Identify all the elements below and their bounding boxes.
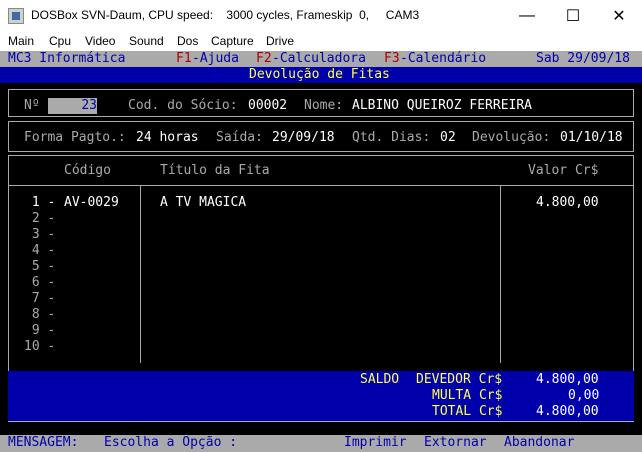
table-row[interactable]: 8 - bbox=[24, 307, 56, 323]
app-header-bar: MC3 Informática F1 -Ajuda F2 -Calculador… bbox=[0, 51, 642, 67]
current-date: Sab 29/09/18 bbox=[536, 51, 630, 66]
table-row[interactable]: 3 - bbox=[24, 227, 56, 243]
menu-capture[interactable]: Capture bbox=[211, 34, 254, 48]
estornar-option[interactable]: Extornar bbox=[424, 435, 487, 451]
close-button[interactable]: ✕ bbox=[596, 0, 642, 31]
number-field[interactable]: 23 bbox=[48, 98, 97, 114]
table-header-divider bbox=[8, 185, 634, 186]
number-label: Nº bbox=[24, 98, 40, 113]
table-row[interactable]: 2 - bbox=[24, 211, 56, 227]
screen-title-bar: Devolução de Fitas bbox=[0, 67, 642, 83]
menu-bar: Main Cpu Video Sound Dos Capture Drive bbox=[0, 31, 642, 51]
col-header-titulo: Título da Fita bbox=[160, 163, 270, 178]
row-number: 1 - bbox=[24, 195, 56, 210]
saida-label: Saída: bbox=[216, 130, 263, 145]
total-label: TOTAL Cr$ bbox=[432, 404, 503, 419]
f1-help-label[interactable]: -Ajuda bbox=[192, 51, 239, 67]
company-name: MC3 Informática bbox=[8, 51, 126, 66]
menu-sound[interactable]: Sound bbox=[129, 34, 164, 48]
multa-label: MULTA Cr$ bbox=[432, 388, 503, 403]
f2-calculator-label[interactable]: -Calculadora bbox=[272, 51, 366, 67]
message-bar: MENSAGEM: Escolha a Opção : Imprimir Ext… bbox=[0, 435, 642, 452]
f3-calendar-label[interactable]: -Calendário bbox=[400, 51, 486, 67]
total-value: 4.800,00 bbox=[536, 404, 599, 419]
menu-video[interactable]: Video bbox=[85, 34, 115, 48]
table-row[interactable]: 7 - bbox=[24, 291, 56, 307]
table-row[interactable]: 5 - bbox=[24, 259, 56, 275]
nome-value[interactable]: ALBINO QUEIROZ FERREIRA bbox=[352, 98, 532, 114]
row-codigo[interactable]: AV-0029 bbox=[64, 195, 119, 211]
menu-drive[interactable]: Drive bbox=[266, 34, 294, 48]
devedor-value: 4.800,00 bbox=[536, 372, 599, 387]
menu-cpu[interactable]: Cpu bbox=[49, 34, 71, 48]
col-header-codigo: Código bbox=[64, 163, 111, 178]
col-header-valor: Valor Cr$ bbox=[528, 163, 599, 178]
devedor-label: DEVEDOR Cr$ bbox=[416, 372, 503, 387]
f2-key: F2 bbox=[256, 51, 272, 66]
menu-dos[interactable]: Dos bbox=[177, 34, 198, 48]
row-valor: 4.800,00 bbox=[536, 195, 599, 210]
pagto-value[interactable]: 24 horas bbox=[136, 130, 199, 146]
socio-label: Cod. do Sócio: bbox=[128, 98, 238, 113]
saldo-label: SALDO bbox=[360, 372, 400, 387]
table-row[interactable]: 6 - bbox=[24, 275, 56, 291]
devolucao-value[interactable]: 01/10/18 bbox=[560, 130, 623, 146]
minimize-button[interactable]: — bbox=[504, 0, 550, 31]
table-row[interactable]: 4 - bbox=[24, 243, 56, 259]
menu-main[interactable]: Main bbox=[8, 34, 34, 48]
dosbox-app-icon[interactable] bbox=[8, 8, 24, 24]
screen-title: Devolução de Fitas bbox=[249, 67, 390, 82]
multa-value: 0,00 bbox=[568, 388, 600, 403]
imprimir-option[interactable]: Imprimir bbox=[344, 435, 407, 451]
abandonar-option[interactable]: Abandonar bbox=[504, 435, 574, 451]
devolucao-label: Devolução: bbox=[472, 130, 551, 145]
dias-label: Qtd. Dias: bbox=[352, 130, 431, 145]
f1-key: F1 bbox=[176, 51, 192, 66]
dias-value[interactable]: 02 bbox=[440, 130, 456, 146]
nome-label: Nome: bbox=[304, 98, 344, 113]
table-column-divider-2 bbox=[500, 185, 501, 363]
saida-value[interactable]: 29/09/18 bbox=[272, 130, 335, 146]
mensagem-text: Escolha a Opção : bbox=[104, 435, 238, 450]
window-title: DOSBox SVN-Daum, CPU speed: 3000 cycles,… bbox=[31, 8, 420, 22]
row-titulo: A TV MAGICA bbox=[160, 195, 247, 210]
maximize-button[interactable]: ☐ bbox=[550, 0, 596, 31]
f3-key: F3 bbox=[384, 51, 400, 66]
pagto-label: Forma Pagto.: bbox=[24, 130, 126, 145]
socio-value[interactable]: 00002 bbox=[248, 98, 287, 114]
dos-screen[interactable]: MC3 Informática F1 -Ajuda F2 -Calculador… bbox=[0, 51, 642, 452]
table-row[interactable]: 9 - bbox=[24, 323, 56, 339]
table-column-divider-1 bbox=[140, 185, 141, 363]
table-row[interactable]: 10 - bbox=[24, 339, 55, 355]
mensagem-label: MENSAGEM: bbox=[8, 435, 79, 450]
window-titlebar: DOSBox SVN-Daum, CPU speed: 3000 cycles,… bbox=[0, 0, 642, 31]
